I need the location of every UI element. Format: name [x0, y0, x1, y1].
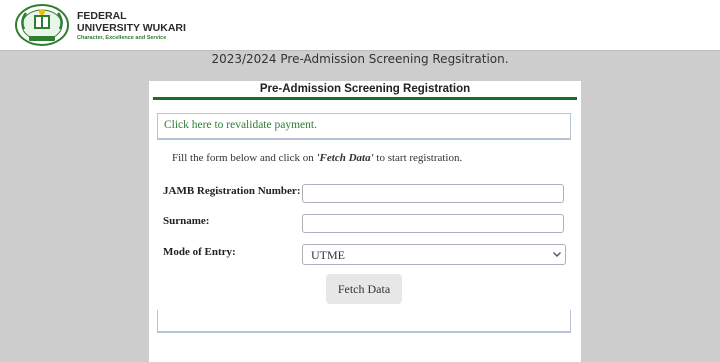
surname-input[interactable] — [302, 214, 564, 233]
chevron-down-icon — [553, 252, 561, 257]
university-motto: Character, Excellence and Service — [77, 35, 167, 41]
panel-title: Pre-Admission Screening Registration — [259, 83, 471, 95]
panel-title-divider — [153, 97, 577, 100]
mode-of-entry-select[interactable]: UTME — [302, 244, 566, 265]
jamb-number-input[interactable] — [302, 184, 564, 203]
mode-of-entry-label: Mode of Entry: — [163, 246, 236, 258]
registration-panel: Pre-Admission Screening Registration Cli… — [149, 81, 581, 362]
site-header: FEDERAL UNIVERSITY WUKARI Character, Exc… — [0, 0, 720, 51]
instruction-emphasis: 'Fetch Data' — [316, 152, 374, 164]
fetch-data-button[interactable]: Fetch Data — [326, 274, 402, 304]
instruction-text: Fill the form below and click on 'Fetch … — [172, 152, 462, 164]
page-title: 2023/2024 Pre-Admission Screening Regsit… — [211, 52, 509, 66]
result-container — [157, 310, 571, 333]
instruction-suffix: to start registration. — [373, 152, 463, 164]
university-crest-icon[interactable] — [14, 3, 70, 47]
revalidate-notice: Click here to revalidate payment. — [157, 113, 571, 140]
surname-label: Surname: — [163, 215, 210, 227]
university-name: FEDERAL UNIVERSITY WUKARI — [77, 10, 186, 34]
jamb-label: JAMB Registration Number: — [163, 185, 301, 197]
revalidate-payment-link[interactable]: Click here to revalidate payment. — [164, 119, 317, 131]
mode-of-entry-value: UTME — [311, 248, 345, 262]
instruction-prefix: Fill the form below and click on — [172, 152, 317, 164]
